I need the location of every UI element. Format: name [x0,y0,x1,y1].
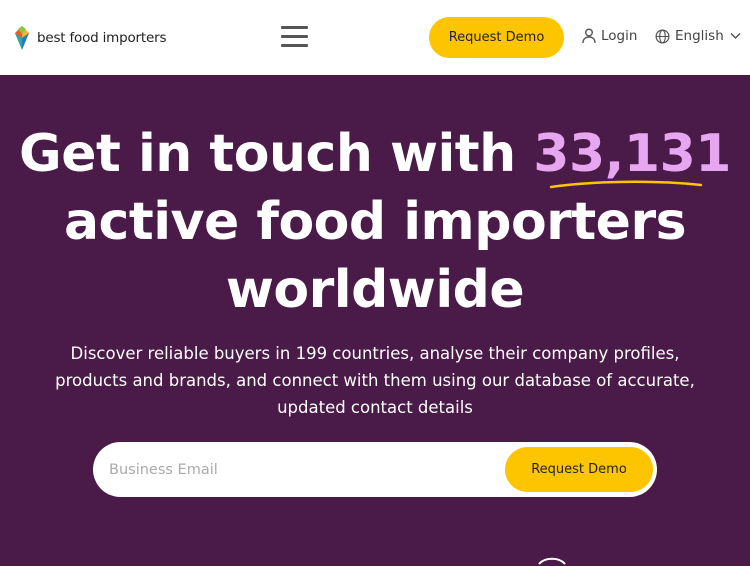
email-signup-form: Request Demo [93,442,657,497]
chevron-down-icon [730,32,741,40]
logo-text: best food importers [37,30,167,46]
hamburger-menu-icon[interactable] [281,26,308,48]
hero-subtitle: Discover reliable buyers in 199 countrie… [55,344,695,417]
hero-title: Get in touch with 33,131 active food imp… [0,120,750,324]
decorative-shape [538,557,566,565]
language-label: English [675,28,724,44]
login-link[interactable]: Login [582,28,637,44]
request-demo-button[interactable]: Request Demo [429,17,564,58]
request-demo-submit-button[interactable]: Request Demo [505,447,653,492]
business-email-input[interactable] [109,456,489,484]
user-icon [582,28,596,44]
language-selector[interactable]: English [655,28,741,44]
hero-title-part1: Get in touch with [19,124,534,184]
logo-icon [15,26,29,50]
hero-title-part2: active food importers worldwide [63,192,687,320]
site-header: best food importers Request Demo Login E… [0,0,750,75]
globe-icon [655,29,670,43]
highlight-underline [549,180,703,189]
login-label: Login [601,28,638,44]
logo[interactable]: best food importers [12,24,166,52]
